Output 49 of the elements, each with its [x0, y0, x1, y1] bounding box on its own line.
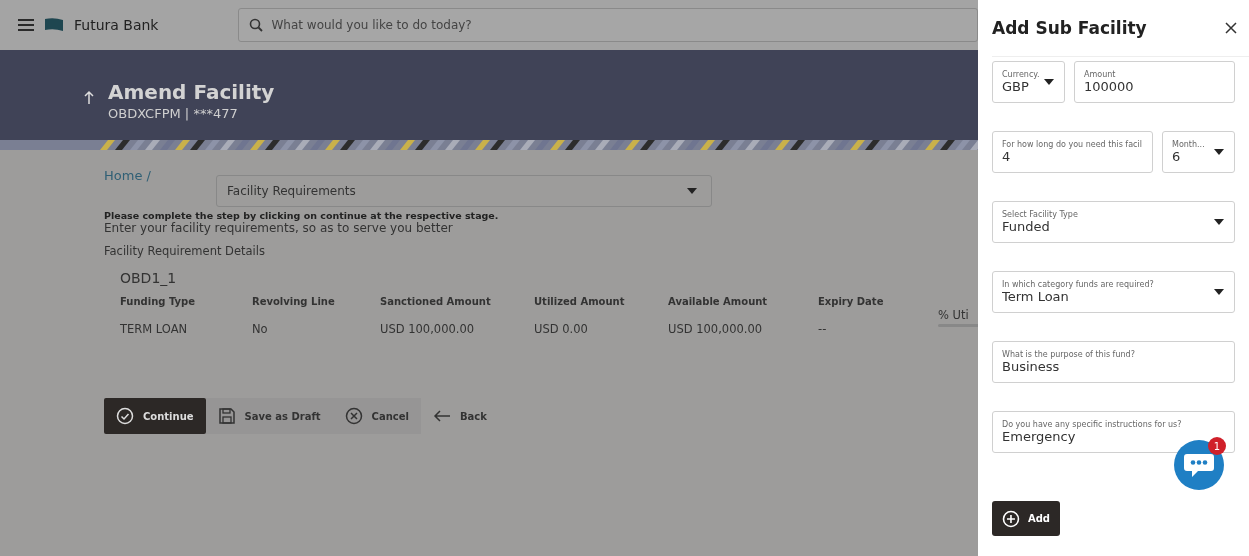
check-circle-icon [116, 407, 134, 425]
caret-icon [1044, 79, 1054, 85]
facility-name: OBD1_1 [120, 270, 178, 286]
logo-icon [44, 17, 64, 33]
dropdown-field[interactable]: Month... 6 [1162, 131, 1235, 173]
stage-dropdown[interactable]: Facility Requirements [216, 175, 712, 207]
column-header: Funding Type [120, 296, 196, 309]
chat-bubble-icon [1184, 452, 1214, 478]
continue-button[interactable]: Continue [104, 398, 206, 434]
back-link[interactable]: Back [420, 398, 499, 434]
column-header: Available Amount [668, 296, 769, 309]
search-field[interactable]: What would you like to do today? [238, 8, 978, 42]
save-icon [217, 407, 236, 425]
input-field[interactable]: Amount 100000 [1074, 61, 1235, 103]
caret-icon [1214, 289, 1224, 295]
intro-text: Enter your facility requirements, so as to serve you better [104, 221, 454, 235]
plus-circle-icon [1002, 509, 1020, 528]
panel-title: Add Sub Facility [992, 18, 1147, 38]
brand-name: Futura Bank [74, 17, 159, 33]
add-button[interactable]: Add [992, 501, 1060, 536]
menu-icon [18, 19, 34, 31]
table-cell-text: USD 0.00 [534, 321, 589, 336]
table-cell-text: USD 100,000.00 [668, 321, 764, 336]
column-header: Utilized Amount [534, 296, 626, 309]
cancel-icon [344, 407, 363, 425]
input-field[interactable]: For how long do you need this facil 4 [992, 131, 1153, 173]
account-number: OBDXCFPM | ***477 [108, 106, 239, 121]
column-header: Sanctioned Amount [380, 296, 492, 309]
instruction-text: Please complete the step by clicking on continue at the respective stage. [104, 210, 500, 221]
column-header: % Uti [938, 308, 969, 322]
table-cell-text: USD 100,000.00 [380, 321, 476, 336]
page-title: Amend Facility [108, 80, 275, 104]
column-header: Expiry Date [818, 296, 885, 309]
cancel-button[interactable]: Cancel [332, 398, 421, 434]
close-icon [1225, 22, 1237, 34]
dropdown-field[interactable]: Select Facility Type Funded [992, 201, 1235, 243]
caret-icon [1214, 219, 1224, 225]
dropdown-field[interactable]: Currency. GBP [992, 61, 1065, 103]
table-cell-text: No [252, 321, 269, 336]
section-title: Facility Requirement Details [104, 244, 266, 258]
caret-icon [1214, 149, 1224, 155]
table-cell-text: TERM LOAN [120, 321, 189, 336]
caret-icon [687, 188, 697, 194]
table-cell-text: -- [818, 321, 828, 336]
input-field[interactable]: What is the purpose of this fund? Business [992, 341, 1235, 383]
dropdown-field[interactable]: In which category funds are required? Term Loan [992, 271, 1235, 313]
up-arrow-icon [84, 90, 94, 104]
save-draft-button[interactable]: Save as Draft [205, 398, 333, 434]
column-header: Revolving Line [252, 296, 336, 309]
